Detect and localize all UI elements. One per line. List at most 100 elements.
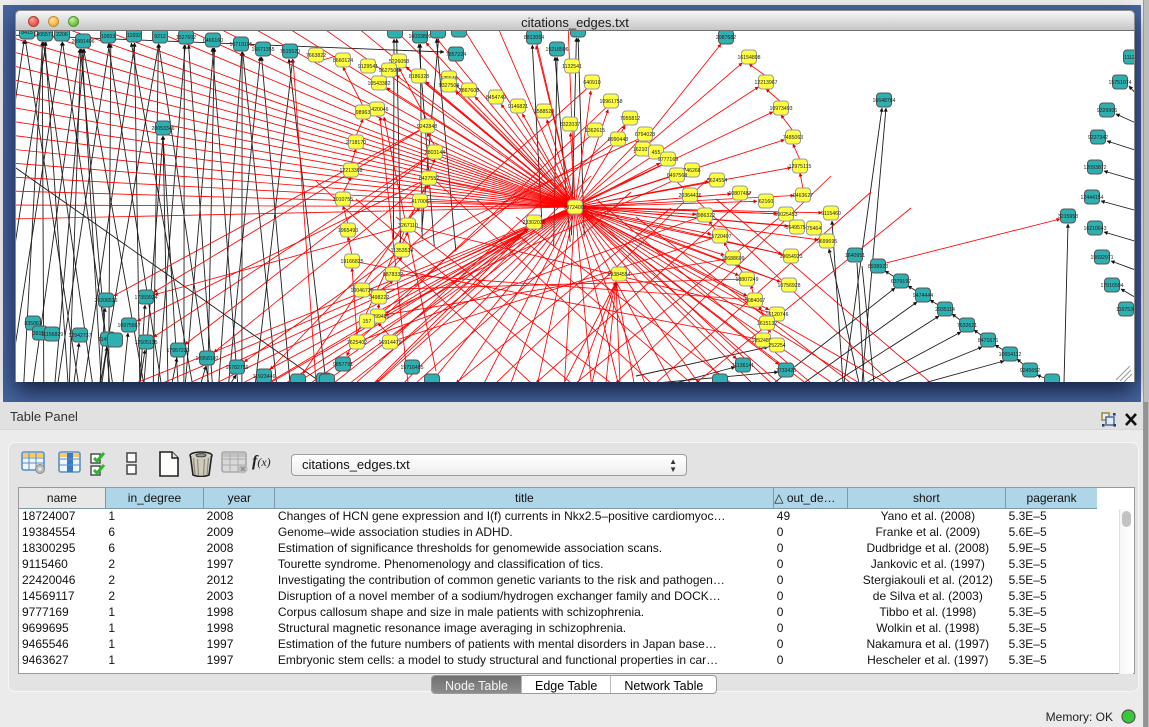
svg-text:8660124: 8660124: [333, 58, 353, 64]
svg-text:1965493: 1965493: [338, 228, 358, 234]
svg-text:9212: 9212: [154, 34, 166, 40]
svg-text:12093872: 12093872: [1083, 165, 1106, 171]
svg-text:252254: 252254: [768, 343, 785, 349]
svg-text:11692: 11692: [127, 33, 141, 39]
svg-text:1362615: 1362615: [585, 128, 605, 134]
svg-text:9129541: 9129541: [358, 64, 378, 70]
svg-text:10975867: 10975867: [117, 323, 140, 329]
svg-text:1588520: 1588520: [534, 109, 554, 115]
svg-text:10807487: 10807487: [728, 191, 751, 197]
svg-text:640910: 640910: [583, 80, 600, 86]
svg-text:8471676: 8471676: [978, 338, 998, 344]
svg-text:10046736: 10046736: [350, 288, 373, 294]
svg-text:2935114: 2935114: [935, 307, 955, 313]
svg-text:2718170: 2718170: [346, 140, 366, 146]
svg-text:6497568: 6497568: [667, 173, 687, 179]
svg-text:8878332: 8878332: [383, 272, 403, 278]
svg-text:7515520: 7515520: [280, 49, 300, 55]
svg-text:3215958: 3215958: [1058, 214, 1078, 220]
svg-text:10654112: 10654112: [999, 352, 1022, 358]
svg-text:6466160: 6466160: [203, 38, 223, 44]
svg-text:9146821: 9146821: [508, 104, 528, 110]
svg-text:19384554: 19384554: [607, 272, 630, 278]
svg-text:10961758: 10961758: [599, 99, 622, 105]
svg-text:1733426: 1733426: [776, 368, 796, 374]
svg-text:12213369: 12213369: [339, 168, 362, 174]
svg-text:18724007: 18724007: [563, 205, 586, 211]
svg-text:15751074: 15751074: [1108, 80, 1131, 86]
svg-text:9084067: 9084067: [745, 298, 765, 304]
svg-text:7632621: 7632621: [957, 323, 977, 329]
svg-text:19218506: 19218506: [545, 47, 568, 53]
svg-text:9327508: 9327508: [439, 83, 459, 89]
svg-text:9227342: 9227342: [1088, 135, 1108, 141]
svg-text:17016504: 17016504: [1100, 283, 1123, 289]
svg-text:3624554: 3624554: [707, 178, 727, 184]
svg-text:17957223: 17957223: [166, 348, 189, 354]
svg-text:14055712: 14055712: [33, 32, 56, 38]
svg-text:2087682: 2087682: [716, 35, 736, 41]
svg-text:9329906: 9329906: [1097, 108, 1117, 114]
svg-text:15692971: 15692971: [1090, 255, 1113, 261]
svg-text:1527602: 1527602: [176, 35, 196, 41]
svg-text:9474444: 9474444: [913, 293, 933, 299]
svg-text:15720407: 15720407: [708, 234, 731, 240]
svg-text:18807249: 18807249: [735, 277, 758, 283]
svg-text:10025453: 10025453: [774, 212, 797, 218]
svg-text:8454749: 8454749: [486, 95, 506, 101]
svg-text:9245652: 9245652: [1020, 368, 1040, 374]
svg-text:1010755: 1010755: [333, 197, 353, 203]
svg-text:7625402: 7625402: [347, 340, 367, 346]
svg-text:8990448: 8990448: [608, 137, 628, 143]
svg-text:12975115: 12975115: [789, 164, 812, 170]
svg-text:16495754: 16495754: [785, 225, 808, 231]
svg-text:2867608: 2867608: [459, 88, 479, 94]
svg-text:16648784: 16648784: [872, 98, 895, 104]
svg-text:1640951: 1640951: [845, 253, 865, 259]
svg-text:16914479: 16914479: [378, 340, 401, 346]
svg-text:9857791: 9857791: [333, 362, 353, 368]
svg-text:6794028: 6794028: [635, 132, 655, 138]
svg-text:2206: 2206: [56, 32, 68, 38]
svg-text:3498222: 3498222: [369, 295, 389, 301]
svg-text:11353534: 11353534: [391, 248, 414, 254]
svg-text:16782759: 16782759: [225, 365, 248, 371]
svg-text:20206536: 20206536: [94, 298, 117, 304]
svg-text:455: 455: [652, 150, 661, 156]
svg-text:16033809: 16033809: [408, 34, 431, 40]
svg-text:10973493: 10973493: [769, 106, 792, 112]
svg-text:19654923: 19654923: [779, 254, 802, 260]
svg-text:7663822: 7663822: [306, 53, 326, 59]
svg-text:10543382: 10543382: [367, 81, 390, 87]
svg-text:62160: 62160: [759, 199, 774, 205]
svg-text:17359924: 17359924: [134, 295, 157, 301]
svg-text:3267110: 3267110: [398, 223, 418, 229]
svg-text:98963: 98963: [356, 110, 371, 116]
svg-text:11923446: 11923446: [253, 374, 276, 380]
svg-text:11123: 11123: [1124, 55, 1134, 61]
svg-text:9463627: 9463627: [793, 193, 813, 199]
svg-text:7857224: 7857224: [446, 52, 466, 58]
svg-text:19166825: 19166825: [340, 259, 363, 265]
svg-text:1615132: 1615132: [757, 321, 777, 327]
svg-text:7955812: 7955812: [620, 116, 640, 122]
svg-text:8813054: 8813054: [524, 35, 544, 41]
svg-text:9777169: 9777169: [658, 157, 678, 163]
svg-text:9115460: 9115460: [821, 211, 841, 217]
svg-text:8427552: 8427552: [419, 176, 439, 182]
svg-text:11136141: 11136141: [732, 363, 754, 369]
svg-text:8938923: 8938923: [868, 264, 888, 270]
svg-text:75464: 75464: [807, 226, 822, 232]
svg-text:12505135: 12505135: [134, 340, 157, 346]
svg-text:20364436: 20364436: [678, 193, 701, 199]
svg-text:16154808: 16154808: [737, 55, 760, 61]
svg-text:1132541: 1132541: [562, 64, 582, 70]
svg-text:10756928: 10756928: [777, 283, 800, 289]
svg-text:7485063: 7485063: [783, 135, 803, 141]
svg-text:9627500: 9627500: [379, 68, 399, 74]
svg-text:20053346: 20053346: [151, 126, 174, 132]
svg-text:157: 157: [363, 319, 372, 325]
svg-text:9699695: 9699695: [817, 239, 837, 245]
svg-text:11156829: 11156829: [41, 332, 63, 338]
svg-text:8186328: 8186328: [409, 74, 429, 80]
